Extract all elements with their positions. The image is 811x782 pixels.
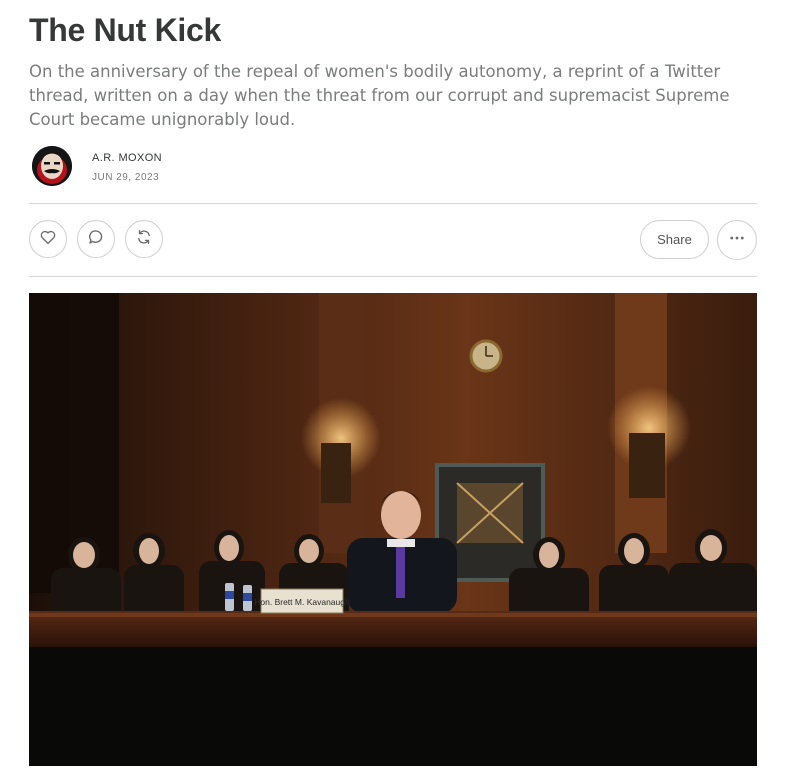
restack-icon <box>135 228 153 251</box>
heart-icon <box>39 228 57 251</box>
restack-button[interactable] <box>125 220 163 258</box>
share-button[interactable]: Share <box>640 220 709 259</box>
like-button[interactable] <box>29 220 67 258</box>
post-date: JUN 29, 2023 <box>92 172 160 183</box>
ellipsis-icon <box>728 229 746 252</box>
post-subtitle: On the anniversary of the repeal of wome… <box>29 62 730 129</box>
comment-button[interactable] <box>77 220 115 258</box>
author-avatar[interactable] <box>32 146 72 186</box>
post-title: The Nut Kick <box>29 12 221 48</box>
top-divider <box>29 203 757 204</box>
hero-image[interactable]: Hon. Brett M. Kavanaugh <box>29 293 757 766</box>
nameplate-text: Hon. Brett M. Kavanaugh <box>254 597 350 607</box>
author-name[interactable]: A.R. MOXON <box>92 152 162 164</box>
bottom-divider <box>29 276 757 277</box>
more-button[interactable] <box>717 220 757 260</box>
comment-icon <box>87 228 105 251</box>
